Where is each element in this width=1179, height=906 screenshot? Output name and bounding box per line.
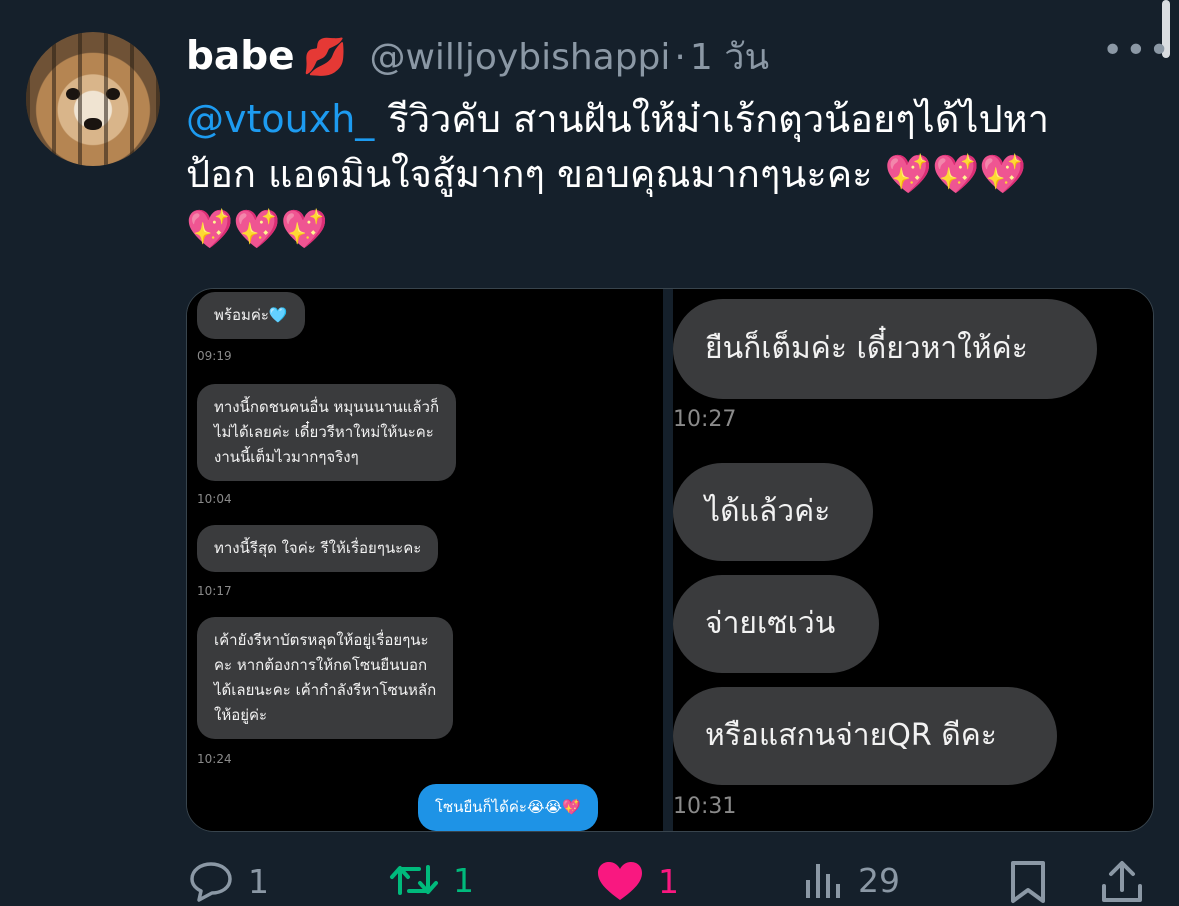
bookmark-icon (1011, 861, 1045, 903)
like-count: 1 (658, 861, 679, 901)
user-handle[interactable]: @willjoybishappi (369, 37, 670, 78)
reply-count: 1 (248, 861, 269, 901)
chat-timestamp: 09:19 (197, 349, 232, 363)
share-button[interactable] (1100, 860, 1144, 904)
reply-button[interactable]: 1 (188, 860, 269, 902)
post-header: babe 💋 @willjoybishappi · 1 วัน (186, 28, 769, 85)
chat-timestamp: 10:31 (673, 794, 737, 819)
retweet-icon (390, 865, 438, 895)
chat-timestamp: 10:27 (673, 407, 737, 432)
chat-bubble: ได้แล้วค่ะ (673, 463, 873, 561)
timestamp[interactable]: 1 วัน (690, 28, 769, 85)
chat-screenshot-left: พร้อมค่ะ🩵 09:19 ทางนี้กดชนคนอื่น หมุนนนา… (187, 289, 663, 831)
separator-dot: · (674, 37, 686, 78)
chat-bubble: เค้ายังรีหาบัตรหลุดให้อยู่เรื่อยๆนะ คะ ห… (197, 617, 454, 739)
tweet-text-line2: ป้อก แอดมินใจสู้มากๆ ขอบคุณมากๆนะคะ (186, 152, 873, 196)
chat-bubble: ยืนก็เต็มค่ะ เดี๋ยวหาให้ค่ะ (673, 299, 1097, 399)
avatar[interactable] (26, 32, 160, 166)
chat-bubble: จ่ายเซเว่น (673, 575, 879, 673)
kiss-emoji: 💋 (302, 37, 348, 78)
chat-bubble: หรือแสกนจ่ายQR ดีคะ (673, 687, 1057, 785)
image-divider (663, 289, 673, 831)
views-count: 29 (858, 860, 900, 900)
like-icon (598, 862, 642, 900)
chat-bubble-own: โซนยืนก็ได้ค่ะ😭😭💖 (418, 784, 598, 831)
like-button[interactable]: 1 (596, 860, 679, 902)
chat-timestamp: 10:17 (197, 584, 232, 598)
sparkling-heart-emojis: 💖💖💖 (186, 207, 328, 251)
chat-timestamp: 10:24 (197, 752, 232, 766)
views-icon (806, 864, 840, 898)
chat-screenshot-right: ยืนก็เต็มค่ะ เดี๋ยวหาให้ค่ะ 10:27 ได้แล้… (673, 289, 1153, 831)
display-name[interactable]: babe (186, 34, 295, 79)
attached-image[interactable]: พร้อมค่ะ🩵 09:19 ทางนี้กดชนคนอื่น หมุนนนา… (186, 288, 1154, 832)
action-bar: 1 1 1 29 (0, 850, 1179, 906)
views-button[interactable]: 29 (804, 860, 900, 900)
more-icon[interactable]: ••• (1102, 33, 1172, 69)
bookmark-button[interactable] (1008, 860, 1048, 904)
tweet-text: @vtouxh_ รีวิวคับ สานฝันให้ม๋าเร้กตุวน้อย… (186, 92, 1161, 257)
reply-icon (190, 862, 232, 902)
sparkling-heart-emojis: 💖💖💖 (884, 152, 1027, 196)
share-icon (1102, 861, 1142, 902)
chat-bubble: ทางนี้รีสุด ใจค่ะ รีให้เรื่อยๆนะคะ (197, 525, 439, 572)
chat-bubble: พร้อมค่ะ🩵 (197, 292, 305, 339)
retweet-button[interactable]: 1 (389, 860, 474, 900)
mention-link[interactable]: @vtouxh_ (186, 97, 374, 141)
chat-bubble: ทางนี้กดชนคนอื่น หมุนนนานแล้วก็ ไม่ได้เล… (197, 384, 457, 481)
chat-timestamp: 10:04 (197, 492, 232, 506)
tweet-text-line1: รีวิวคับ สานฝันให้ม๋าเร้กตุวน้อยๆได้ไปหา (388, 97, 1050, 141)
retweet-count: 1 (453, 860, 474, 900)
